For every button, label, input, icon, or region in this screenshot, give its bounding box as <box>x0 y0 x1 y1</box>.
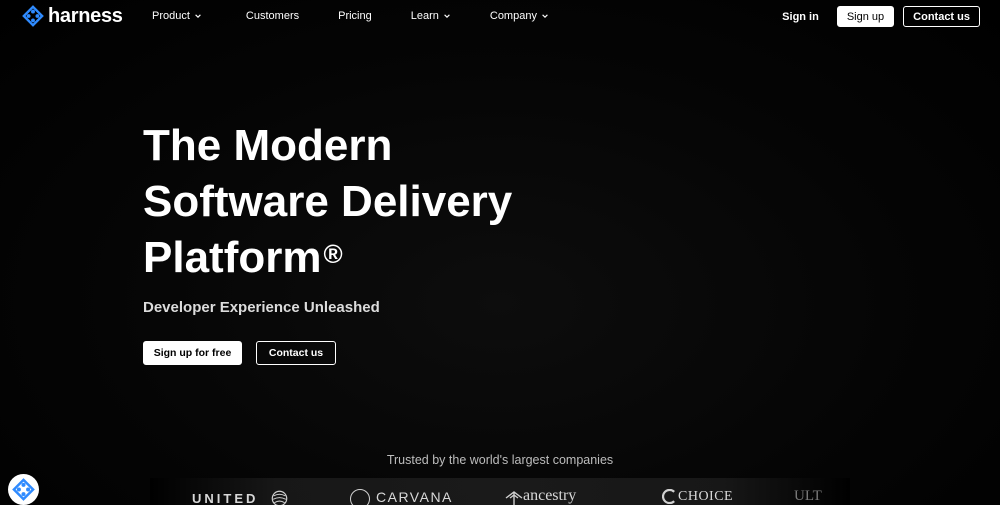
logo-united: UNITED <box>192 491 259 505</box>
carvana-circle-icon <box>350 489 370 505</box>
logo-partial: ULT <box>794 488 822 504</box>
nav-item-customers[interactable]: Customers <box>246 10 299 22</box>
chevron-down-icon <box>195 14 201 18</box>
hero: The Modern Software Delivery Platform® <box>143 118 563 286</box>
sign-in-link[interactable]: Sign in <box>782 11 819 23</box>
nav-item-product[interactable]: Product <box>152 10 202 22</box>
headline-line-2: Software Delivery <box>143 177 513 226</box>
ancestry-leaf-icon <box>505 491 523 505</box>
nav-item-label: Company <box>489 10 537 22</box>
nav-item-label: Pricing <box>338 10 372 22</box>
hero-cta-row: Sign up for free Contact us <box>143 341 336 365</box>
hero-subtitle: Developer Experience Unleashed <box>143 299 380 316</box>
page: harness Product Customers Pricing Learn … <box>0 0 1000 505</box>
main-menu: Product Customers Pricing Learn Company <box>152 10 549 22</box>
nav-item-label: Customers <box>245 10 300 22</box>
sign-up-free-button[interactable]: Sign up for free <box>143 341 242 365</box>
united-globe-icon <box>271 490 288 505</box>
headline-line-3-text: Platform <box>143 233 322 282</box>
chevron-down-icon <box>542 14 548 18</box>
chevron-down-icon <box>444 14 450 18</box>
headline-line-3: Platform® <box>143 230 563 286</box>
logo-ancestry: ancestry <box>523 487 577 504</box>
nav-item-label: Product <box>152 10 190 22</box>
nav-actions: Sign in Sign up Contact us <box>782 6 980 27</box>
logo-carvana: CARVANA <box>376 489 453 505</box>
nav-item-pricing[interactable]: Pricing <box>338 10 372 22</box>
choice-c-icon <box>662 489 675 504</box>
sign-up-button[interactable]: Sign up <box>836 6 895 27</box>
harness-logo[interactable]: harness <box>22 5 123 27</box>
hero-headline: The Modern Software Delivery Platform® <box>143 118 563 286</box>
customer-logo-strip: UNITED CARVANA ancestry CHOICE ULT <box>150 478 850 505</box>
top-nav: harness Product Customers Pricing Learn … <box>0 0 1000 34</box>
hero-contact-us-button[interactable]: Contact us <box>256 341 336 365</box>
registered-mark: ® <box>323 239 343 269</box>
logo-choice: CHOICE <box>678 489 734 504</box>
logo-wordmark: harness <box>48 5 123 27</box>
contact-us-button[interactable]: Contact us <box>903 6 980 27</box>
trusted-heading: Trusted by the world's largest companies <box>386 453 614 467</box>
nav-item-learn[interactable]: Learn <box>411 10 451 22</box>
chat-widget-button[interactable] <box>8 474 39 505</box>
nav-item-label: Learn <box>410 10 439 22</box>
nav-item-company[interactable]: Company <box>490 10 549 22</box>
headline-line-1: The Modern <box>143 121 393 170</box>
harness-logo-icon <box>22 5 44 27</box>
harness-chat-icon <box>12 478 35 501</box>
